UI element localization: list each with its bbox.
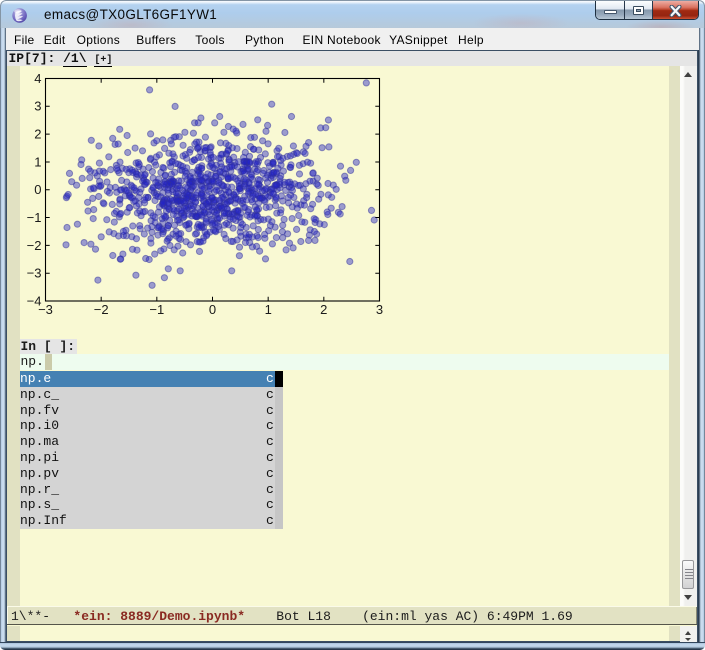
svg-text:−2: −2 — [93, 302, 108, 317]
svg-text:−2: −2 — [26, 238, 41, 253]
svg-text:2: 2 — [34, 127, 41, 142]
svg-text:0: 0 — [208, 302, 215, 317]
svg-text:−4: −4 — [26, 293, 41, 308]
svg-text:−3: −3 — [26, 266, 41, 281]
svg-text:3: 3 — [34, 99, 41, 114]
svg-text:−1: −1 — [26, 210, 41, 225]
svg-text:1: 1 — [34, 154, 41, 169]
svg-text:1: 1 — [264, 302, 271, 317]
svg-text:3: 3 — [375, 302, 382, 317]
svg-text:−1: −1 — [149, 302, 164, 317]
svg-text:4: 4 — [34, 71, 41, 86]
svg-text:2: 2 — [320, 302, 327, 317]
svg-text:0: 0 — [34, 182, 41, 197]
